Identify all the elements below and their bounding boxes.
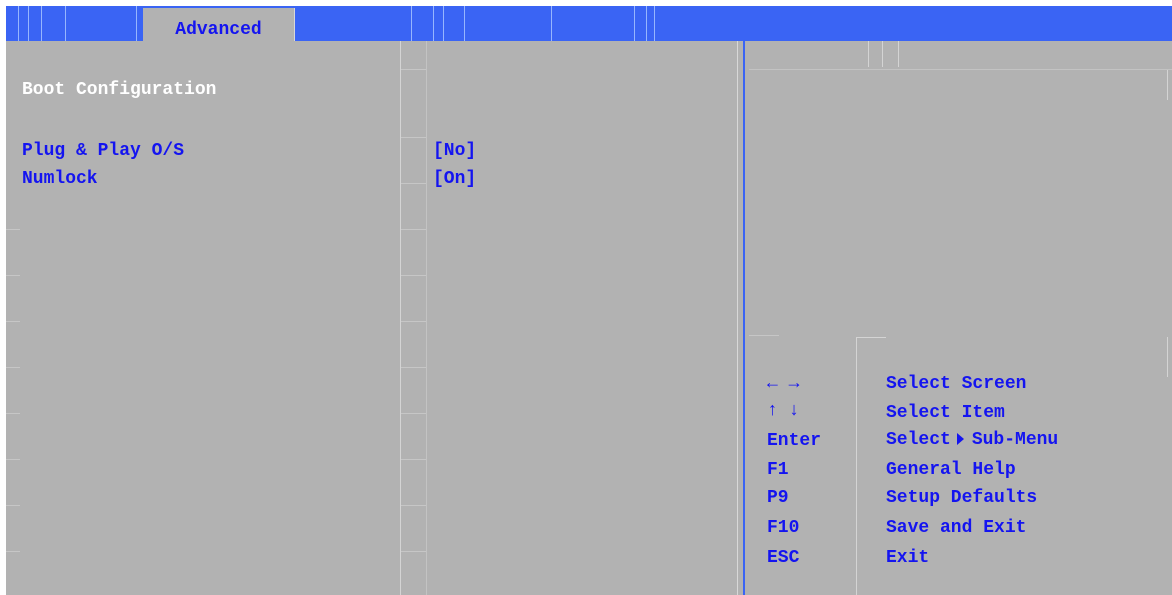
grid-line bbox=[856, 337, 886, 338]
key-desc-save-and-exit: Save and Exit bbox=[886, 518, 1027, 538]
key-enter: Enter bbox=[767, 431, 822, 451]
grid-line bbox=[400, 229, 426, 230]
grid-line bbox=[400, 367, 426, 368]
grid-line bbox=[6, 321, 20, 322]
key-f1: F1 bbox=[767, 460, 789, 480]
menu-separator bbox=[464, 6, 465, 41]
menu-separator bbox=[65, 6, 66, 41]
grid-line bbox=[6, 229, 20, 230]
grid-line bbox=[6, 459, 20, 460]
key-desc-exit: Exit bbox=[886, 548, 930, 568]
setting-plug-and-play-value[interactable]: [No] bbox=[433, 139, 476, 163]
menu-separator bbox=[411, 6, 412, 41]
grid-line bbox=[856, 337, 857, 595]
grid-line bbox=[749, 335, 779, 336]
menu-separator bbox=[18, 6, 19, 41]
grid-line bbox=[882, 41, 883, 67]
grid-line bbox=[898, 41, 899, 67]
triangle-right-icon bbox=[956, 433, 964, 445]
menu-separator bbox=[634, 6, 635, 41]
key-desc-select-item: Select Item bbox=[886, 403, 1005, 423]
setting-numlock-value[interactable]: [On] bbox=[433, 167, 476, 191]
key-p9: P9 bbox=[767, 488, 789, 508]
grid-line bbox=[6, 275, 20, 276]
grid-line bbox=[400, 551, 426, 552]
divider-line bbox=[743, 41, 745, 595]
grid-line bbox=[6, 367, 20, 368]
settings-panel bbox=[6, 41, 737, 595]
key-desc-select-screen: Select Screen bbox=[886, 374, 1027, 394]
help-panel bbox=[749, 41, 1172, 595]
key-desc-sub-menu-text: Sub-Menu bbox=[971, 430, 1059, 450]
grid-line bbox=[749, 69, 1172, 70]
grid-line bbox=[426, 41, 427, 595]
key-desc-general-help: General Help bbox=[886, 460, 1016, 480]
menu-separator bbox=[443, 6, 444, 41]
grid-line bbox=[400, 459, 426, 460]
menu-separator bbox=[551, 6, 552, 41]
divider-highlight bbox=[737, 41, 738, 595]
section-title: Boot Configuration bbox=[22, 80, 217, 100]
grid-line bbox=[400, 183, 426, 184]
grid-line bbox=[6, 505, 20, 506]
tab-advanced[interactable]: Advanced bbox=[143, 8, 295, 43]
setting-numlock-label[interactable]: Numlock bbox=[22, 167, 98, 191]
key-desc-select-text: Select bbox=[886, 430, 951, 450]
menu-separator bbox=[646, 6, 647, 41]
menu-separator bbox=[28, 6, 29, 41]
setting-plug-and-play-label[interactable]: Plug & Play O/S bbox=[22, 139, 184, 163]
grid-line bbox=[1167, 337, 1168, 377]
menu-separator bbox=[654, 6, 655, 41]
key-esc: ESC bbox=[767, 548, 800, 568]
grid-line bbox=[868, 41, 869, 67]
key-desc-sub-menu: Select Sub-Menu bbox=[886, 428, 1058, 452]
key-select-screen: ← → bbox=[767, 374, 800, 394]
key-desc-setup-defaults: Setup Defaults bbox=[886, 488, 1038, 508]
grid-line bbox=[1167, 70, 1168, 100]
grid-line bbox=[400, 413, 426, 414]
menu-separator bbox=[433, 6, 434, 41]
grid-line bbox=[400, 321, 426, 322]
grid-line bbox=[6, 413, 20, 414]
grid-line bbox=[400, 69, 426, 70]
grid-line bbox=[400, 41, 401, 595]
grid-line bbox=[400, 275, 426, 276]
grid-line bbox=[400, 137, 426, 138]
key-select-item: ↑ ↓ bbox=[767, 401, 800, 421]
key-f10: F10 bbox=[767, 518, 800, 538]
menu-separator bbox=[41, 6, 42, 41]
grid-line bbox=[400, 505, 426, 506]
menu-separator bbox=[136, 6, 137, 41]
panel-divider bbox=[737, 41, 749, 595]
grid-line bbox=[6, 551, 20, 552]
